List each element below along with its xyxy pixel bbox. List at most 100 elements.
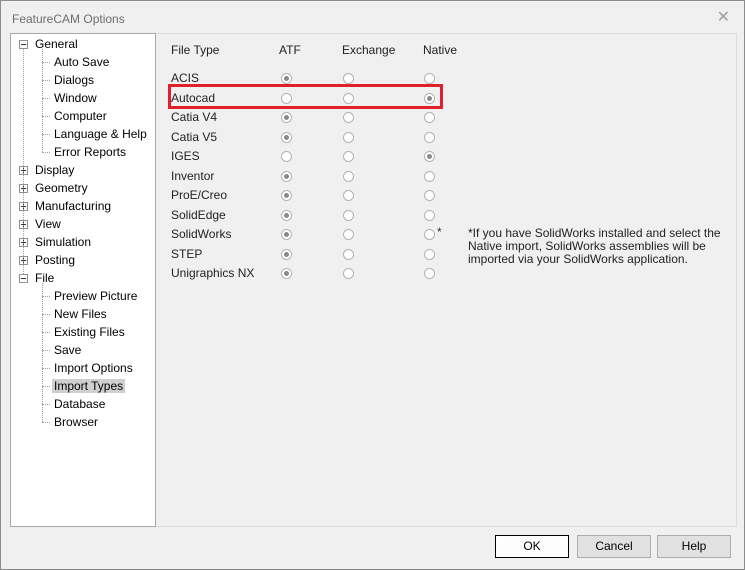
- radio-solidedge-atf[interactable]: [281, 209, 292, 221]
- radio-proe-creo-atf[interactable]: [281, 190, 292, 201]
- tree-item-label: Computer: [54, 109, 107, 123]
- tree-connector: [42, 283, 43, 422]
- tree-item-computer[interactable]: Computer: [52, 107, 109, 125]
- radio-inventor-atf[interactable]: [281, 170, 292, 182]
- radio-inventor-native[interactable]: [424, 170, 435, 182]
- file-type-label-unigraphics-nx: Unigraphics NX: [171, 266, 255, 280]
- autocad-highlight-box: [168, 84, 443, 109]
- radio-catia-v4-atf[interactable]: [281, 112, 292, 123]
- tree-item-display[interactable]: Display: [33, 161, 76, 179]
- radio-catia-v5-native[interactable]: [424, 131, 435, 143]
- title-bar: FeatureCAM Options ✕: [1, 1, 744, 33]
- file-type-label-solidedge: SolidEdge: [171, 207, 226, 222]
- collapse-icon[interactable]: [19, 274, 28, 283]
- window-title: FeatureCAM Options: [12, 12, 125, 26]
- tree-connector: [42, 386, 50, 387]
- file-type-label-acis: ACIS: [171, 71, 200, 85]
- tree-connector: [42, 404, 50, 405]
- radio-unigraphics-nx-native[interactable]: [424, 268, 435, 279]
- tree-item-label: Error Reports: [54, 145, 127, 159]
- tree-item-save[interactable]: Save: [52, 341, 83, 359]
- radio-proe-creo-native[interactable]: [424, 190, 435, 201]
- tree-item-language-help[interactable]: Language & Help: [52, 125, 149, 143]
- tree-item-simulation[interactable]: Simulation: [33, 233, 93, 251]
- radio-solidworks-exchange[interactable]: [343, 229, 354, 240]
- radio-inventor-exchange[interactable]: [343, 170, 354, 182]
- tree-item-file[interactable]: File: [33, 269, 56, 287]
- file-type-label-catia-v4: Catia V4: [171, 110, 218, 124]
- tree-connector: [42, 152, 50, 153]
- tree-item-posting[interactable]: Posting: [33, 251, 77, 269]
- tree-connector: [42, 332, 50, 333]
- radio-iges-atf[interactable]: [281, 151, 292, 162]
- tree-connector: [42, 296, 50, 297]
- tree-item-label: File: [35, 271, 55, 285]
- radio-iges-exchange[interactable]: [343, 151, 354, 162]
- tree-item-label: Import Options: [54, 361, 133, 375]
- tree-item-preview-picture[interactable]: Preview Picture: [52, 287, 139, 305]
- tree-item-label: Window: [54, 91, 97, 105]
- solidworks-native-asterisk: *: [437, 225, 442, 239]
- tree-connector: [42, 80, 50, 81]
- tree-item-label: Save: [54, 343, 82, 357]
- header-file-type: File Type: [171, 43, 220, 57]
- radio-catia-v5-exchange[interactable]: [343, 131, 354, 143]
- radio-solidworks-native[interactable]: [424, 229, 435, 240]
- file-type-label-iges: IGES: [171, 149, 200, 163]
- tree-connector: [42, 314, 50, 315]
- header-exchange: Exchange: [342, 43, 396, 57]
- radio-acis-exchange[interactable]: [343, 73, 354, 84]
- tree-item-view[interactable]: View: [33, 215, 63, 233]
- file-type-label-step: STEP: [171, 246, 203, 261]
- tree-item-auto-save[interactable]: Auto Save: [52, 53, 111, 71]
- tree-item-window[interactable]: Window: [52, 89, 99, 107]
- close-icon[interactable]: ✕: [717, 10, 730, 26]
- tree-item-manufacturing[interactable]: Manufacturing: [33, 197, 113, 215]
- radio-step-exchange[interactable]: [343, 248, 354, 260]
- radio-catia-v4-native[interactable]: [424, 112, 435, 123]
- tree-item-browser[interactable]: Browser: [52, 413, 100, 431]
- radio-solidworks-atf[interactable]: [281, 229, 292, 240]
- radio-iges-native[interactable]: [424, 151, 435, 162]
- tree-item-new-files[interactable]: New Files: [52, 305, 109, 323]
- header-native: Native: [423, 43, 458, 57]
- file-type-label-solidworks: SolidWorks: [171, 227, 232, 241]
- tree-item-import-types[interactable]: Import Types: [52, 377, 126, 395]
- help-button[interactable]: Help: [657, 535, 731, 558]
- collapse-icon[interactable]: [19, 40, 28, 49]
- tree-item-label: Geometry: [35, 181, 88, 195]
- radio-catia-v5-atf[interactable]: [281, 131, 292, 143]
- ok-button[interactable]: OK: [495, 535, 569, 558]
- tree-item-database[interactable]: Database: [52, 395, 107, 413]
- radio-acis-atf[interactable]: [281, 73, 292, 84]
- tree-item-import-options[interactable]: Import Options: [52, 359, 135, 377]
- tree-connector: [23, 49, 24, 274]
- file-type-label-proe-creo: ProE/Creo: [171, 188, 228, 202]
- radio-unigraphics-nx-atf[interactable]: [281, 268, 292, 279]
- cancel-button[interactable]: Cancel: [577, 535, 651, 558]
- tree-item-label: Posting: [35, 253, 76, 267]
- tree-item-label: Browser: [54, 415, 99, 429]
- radio-step-atf[interactable]: [281, 248, 292, 260]
- radio-catia-v4-exchange[interactable]: [343, 112, 354, 123]
- tree-item-geometry[interactable]: Geometry: [33, 179, 90, 197]
- tree-item-general[interactable]: General: [33, 35, 80, 53]
- file-type-label-catia-v5: Catia V5: [171, 129, 218, 144]
- tree-item-label: New Files: [54, 307, 107, 321]
- radio-step-native[interactable]: [424, 248, 435, 260]
- radio-unigraphics-nx-exchange[interactable]: [343, 268, 354, 279]
- file-type-label-inventor: Inventor: [171, 168, 215, 183]
- tree-item-dialogs[interactable]: Dialogs: [52, 71, 96, 89]
- tree-item-existing-files[interactable]: Existing Files: [52, 323, 127, 341]
- radio-solidedge-native[interactable]: [424, 209, 435, 221]
- tree-item-label: View: [35, 217, 61, 231]
- radio-solidedge-exchange[interactable]: [343, 209, 354, 221]
- radio-proe-creo-exchange[interactable]: [343, 190, 354, 201]
- tree-connector: [42, 134, 50, 135]
- tree-item-label: Auto Save: [54, 55, 110, 69]
- solidworks-note: *If you have SolidWorks installed and se…: [468, 226, 721, 266]
- tree-connector: [42, 422, 50, 423]
- radio-acis-native[interactable]: [424, 73, 435, 84]
- tree-item-label: Dialogs: [54, 73, 95, 87]
- tree-item-error-reports[interactable]: Error Reports: [52, 143, 128, 161]
